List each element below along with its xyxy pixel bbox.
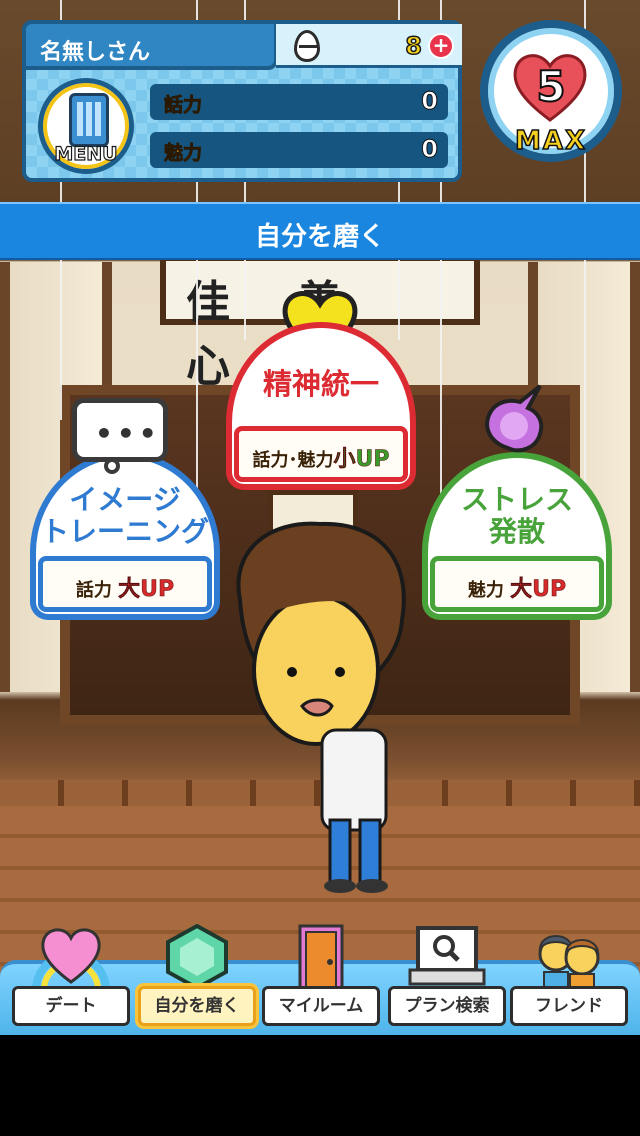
tag-prefix: 話力･魅力 xyxy=(252,450,334,471)
gem-icon xyxy=(166,924,228,990)
screen-title-bar: 自分を磨く xyxy=(0,202,640,260)
stat-value: 0 xyxy=(421,87,439,116)
nav-self-improvement[interactable]: 自分を磨く xyxy=(138,924,256,1032)
nav-label: 自分を磨く xyxy=(138,986,256,1026)
tag-size: 大 xyxy=(510,577,533,603)
egg-icon xyxy=(294,30,320,62)
explosion-burst-icon xyxy=(485,384,544,453)
nav-label: フレンド xyxy=(510,986,628,1026)
friends-icon xyxy=(538,935,600,990)
tag-suffix: UP xyxy=(140,577,175,603)
speech-bubble-icon: ••• xyxy=(72,398,168,462)
action-title: イメージ トレーニング xyxy=(40,483,209,549)
menu-label: MENU xyxy=(54,142,118,165)
tag-size: 大 xyxy=(118,577,141,603)
stat-talk: 話力 0 xyxy=(150,84,448,120)
nav-label: マイルーム xyxy=(262,986,380,1026)
heart-max-label: MAX xyxy=(514,125,588,157)
heart-rainbow-icon xyxy=(32,928,110,990)
tag-suffix: UP xyxy=(355,447,390,473)
nav-friends[interactable]: フレンド xyxy=(510,924,628,1032)
nav-date[interactable]: デート xyxy=(12,924,130,1032)
heart-count: 5 xyxy=(535,61,566,112)
player-name: 名無しさん xyxy=(40,40,151,65)
menu-button[interactable]: MENU xyxy=(38,78,134,174)
tag-prefix: 話力 xyxy=(75,580,112,601)
egg-count: 8 xyxy=(405,31,423,61)
heart-stamina-badge[interactable]: 5 MAX xyxy=(480,20,622,162)
player-avatar xyxy=(236,521,406,893)
action-effect-tag: 話力 大UP xyxy=(38,556,212,612)
screen-title: 自分を磨く xyxy=(254,222,385,252)
nav-label: プラン検索 xyxy=(388,986,506,1026)
nav-plan-search[interactable]: プラン検索 xyxy=(388,924,506,1032)
egg-counter: 8 + xyxy=(276,24,462,68)
nav-label: デート xyxy=(12,986,130,1026)
tag-size: 小 xyxy=(333,447,356,473)
action-title: 精神統一 xyxy=(262,367,379,401)
tag-suffix: UP xyxy=(532,577,567,603)
nav-my-room[interactable]: マイルーム xyxy=(262,924,380,1032)
status-panel: 名無しさん 8 + MENU 話力 0 魅力 0 xyxy=(22,20,462,182)
stat-charm: 魅力 0 xyxy=(150,132,448,168)
tag-prefix: 魅力 xyxy=(467,580,504,601)
action-title: ストレス 発散 xyxy=(460,483,573,549)
laptop-search-icon xyxy=(408,926,486,986)
stat-label: 魅力 xyxy=(164,142,203,165)
stat-value: 0 xyxy=(421,135,439,164)
stat-label: 話力 xyxy=(164,94,203,117)
speech-tail xyxy=(104,458,120,474)
action-effect-tag: 魅力 大UP xyxy=(430,556,604,612)
action-effect-tag: 話力･魅力小UP xyxy=(234,426,408,482)
smartphone-icon xyxy=(69,93,109,147)
name-bar: 名無しさん xyxy=(22,20,278,70)
door-icon xyxy=(298,924,344,990)
add-eggs-button[interactable]: + xyxy=(428,33,454,59)
